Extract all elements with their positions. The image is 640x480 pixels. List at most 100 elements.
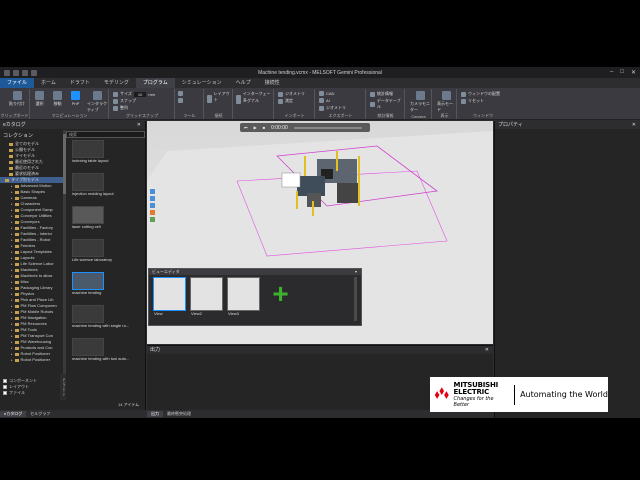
gallery-thumbnail — [72, 338, 104, 356]
snap-row[interactable]: スナップ — [113, 98, 136, 104]
view-thumbnails: View View2 View3 + — [153, 277, 297, 316]
window-reset-button[interactable]: リセット — [461, 98, 484, 104]
stop-icon[interactable]: ■ — [263, 125, 265, 130]
maximize-button[interactable]: □ — [620, 69, 624, 76]
grid-value[interactable]: 10 — [133, 91, 147, 97]
checkbox-icon — [3, 379, 7, 383]
tab-connectivity[interactable]: 接続性 — [258, 78, 287, 88]
view-thumb-1[interactable]: View — [153, 277, 186, 316]
logo-divider — [514, 384, 516, 405]
geometry-button[interactable] — [207, 98, 212, 103]
gallery-item[interactable]: indexing table layout — [66, 140, 142, 173]
gallery-item[interactable]: Life science laboratory — [66, 239, 142, 272]
tab-collision[interactable]: 最終衝突処理 — [163, 411, 195, 417]
view-thumb-3[interactable]: View3 — [227, 277, 260, 316]
tab-modeling[interactable]: モデリング — [97, 78, 136, 88]
close-button[interactable]: ✕ — [631, 69, 636, 76]
play-icon[interactable]: ▶ — [254, 125, 257, 130]
panel-close-icon[interactable]: ✕ — [632, 121, 636, 129]
file-checkbox[interactable]: ファイル — [3, 390, 37, 396]
gallery-item[interactable]: machine tending with single ro... — [66, 305, 142, 338]
geometry-import-button[interactable]: ジオメトリ — [278, 91, 305, 97]
ai-button[interactable]: AI — [319, 98, 330, 103]
paste-button[interactable]: 貼り付け — [9, 91, 25, 107]
properties-panel: プロパティ ✕ — [494, 121, 640, 418]
tab-output[interactable]: 出力 — [147, 411, 163, 417]
tab-program[interactable]: プログラム — [135, 78, 175, 88]
speed-slider[interactable] — [293, 126, 362, 129]
folder-icon — [9, 160, 13, 164]
minimize-button[interactable]: – — [610, 69, 613, 76]
view-editor-menu-icon[interactable]: ▾ — [355, 269, 357, 275]
interactive-button[interactable]: インタラクティブ — [87, 91, 108, 113]
reset-sim-icon[interactable]: ⏮ — [244, 125, 248, 130]
view-editor-scrollbar[interactable] — [354, 277, 357, 321]
display-mode-button[interactable]: 表示モード — [437, 91, 456, 113]
cad-model-button[interactable]: ジオメトリ — [319, 105, 346, 111]
signal-button[interactable]: シグナル — [236, 98, 259, 104]
tool-icon — [178, 98, 183, 103]
tab-ecatalog[interactable]: eカタログ — [0, 411, 27, 417]
view-front-icon[interactable] — [150, 203, 155, 208]
measure-tool-icon[interactable] — [150, 210, 155, 215]
add-view-button[interactable]: + — [264, 277, 297, 311]
sim-time: 0:00:00 — [271, 124, 288, 131]
title-bar: Machine tending.vcmx - MELSOFT Gemini Pr… — [0, 67, 640, 78]
display-icon — [442, 91, 451, 100]
stat-button[interactable]: 統計情報 — [370, 91, 393, 97]
tab-home[interactable]: ホーム — [34, 78, 63, 88]
output-title: 出力 — [150, 347, 161, 353]
tool-row-2[interactable] — [178, 98, 183, 103]
window-layout-button[interactable]: ウィンドウの配置 — [461, 91, 500, 97]
view-thumb-2[interactable]: View2 — [190, 277, 223, 316]
folder-icon — [14, 286, 19, 290]
folder-icon — [14, 274, 19, 278]
gallery-thumbnail — [72, 206, 104, 224]
move-icon — [53, 91, 62, 100]
tab-help[interactable]: ヘルプ — [229, 78, 258, 88]
search-input[interactable]: 検索 — [66, 131, 145, 138]
camera-monitor-button[interactable]: カメラモニター — [410, 91, 431, 113]
gallery-thumbnail — [72, 239, 104, 257]
gallery-item[interactable]: machine tending with tool auto... — [66, 338, 142, 371]
pnp-button[interactable]: PnP — [71, 91, 80, 106]
move-button[interactable]: 移動 — [53, 91, 62, 107]
gallery-thumbnail — [72, 305, 104, 323]
import-icon — [278, 91, 283, 97]
template-side-tab[interactable]: テンプレート — [60, 374, 66, 400]
stat-table-button[interactable]: データテーブル — [370, 98, 404, 110]
export-group: CAD AI ジオメトリ エクスポート — [316, 89, 366, 119]
select-icon — [35, 91, 44, 100]
gallery-item[interactable]: machine tending — [66, 272, 142, 305]
tab-draft[interactable]: ドラフト — [63, 78, 97, 88]
folder-icon — [9, 148, 13, 152]
folder-icon — [14, 316, 19, 320]
ribbon: 貼り付け クリップボード 選択 移動 PnP インタラクティブ マニピュレーショ… — [0, 88, 640, 120]
gallery-item[interactable]: laser cutting cell — [66, 206, 142, 239]
folder-icon — [14, 244, 19, 248]
folder-icon — [5, 178, 9, 182]
layout-config-row[interactable] — [178, 91, 183, 96]
tree-item[interactable]: ▸ Robot Positioner — [0, 357, 63, 363]
cad-button[interactable]: CAD — [319, 91, 334, 96]
panel-close-icon[interactable]: ✕ — [137, 121, 141, 129]
align-row[interactable]: 整列 — [113, 105, 128, 111]
folder-icon — [9, 154, 13, 158]
view-editor-header: ビューエディタ ▾ — [149, 269, 361, 275]
tab-file[interactable]: ファイル — [0, 78, 35, 88]
gallery-caption: injection molding layout — [72, 191, 114, 196]
gallery-item[interactable]: injection molding layout — [66, 173, 142, 206]
panel-close-icon[interactable]: ✕ — [485, 346, 489, 354]
snapshot-icon[interactable] — [150, 217, 155, 222]
model-gallery: indexing table layout injection molding l… — [66, 140, 142, 398]
select-button[interactable]: 選択 — [35, 91, 44, 107]
view-top-icon[interactable] — [150, 196, 155, 201]
tab-cell-graph[interactable]: セルグラフ — [26, 411, 54, 417]
grid-snap-group: サイズ 10 mm スナップ 整列 グリッドスナップ — [110, 89, 175, 119]
view-fit-icon[interactable] — [150, 189, 155, 194]
measure-button[interactable]: 測定 — [278, 98, 293, 104]
tab-simulation[interactable]: シミュレーション — [175, 78, 229, 88]
ribbon-tabs: ファイル ホーム ドラフト モデリング プログラム シミュレーション ヘルプ 接… — [0, 78, 640, 88]
dimensions-row[interactable]: サイズ 10 mm — [113, 91, 155, 97]
expand-chevron-icon[interactable]: ▸ — [11, 357, 13, 363]
